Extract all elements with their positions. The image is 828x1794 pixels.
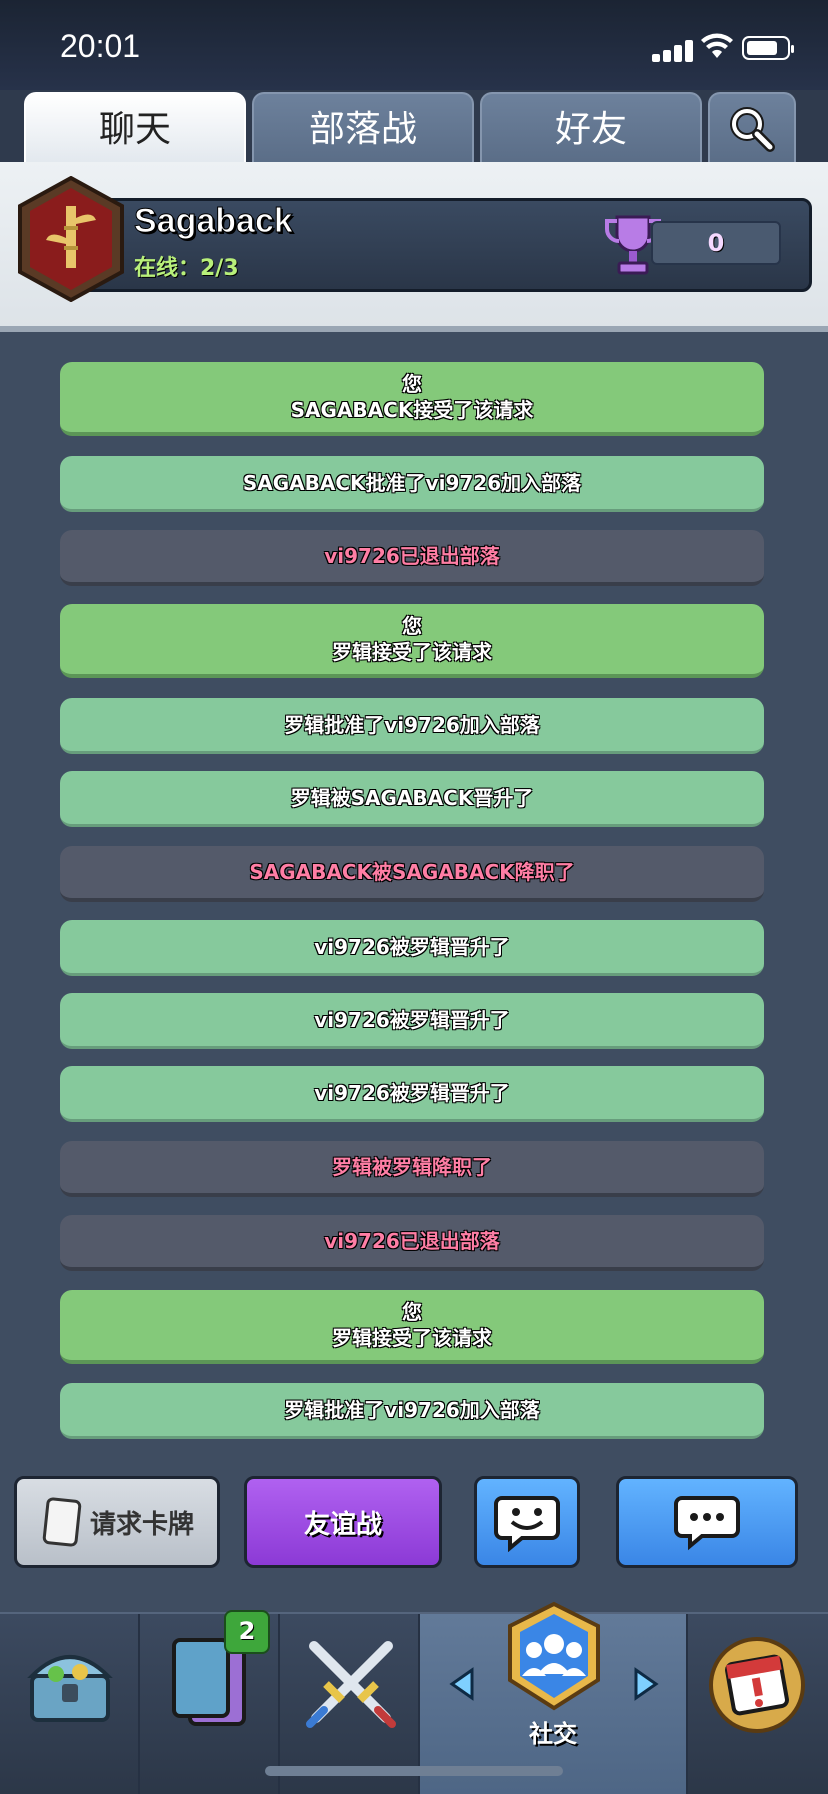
event-calendar-icon (709, 1637, 805, 1733)
treasure-chest-icon (27, 1655, 113, 1722)
wifi-icon (701, 33, 733, 58)
chat-message-approve: vi9726被罗辑晋升了 (60, 920, 764, 976)
nav-shop[interactable] (0, 1614, 140, 1794)
chat-message-accept: 您 罗辑接受了该请求 (60, 1290, 764, 1364)
status-bar: 20:01 (0, 0, 828, 90)
online-count: 在线：2/3 (134, 256, 239, 281)
chat-message-accept: 您 SAGABACK接受了该请求 (60, 362, 764, 436)
battery-icon (742, 36, 794, 60)
social-badge-icon (508, 1601, 600, 1711)
chat-message-approve: 罗辑批准了vi9726加入部落 (60, 698, 764, 754)
message-text: vi9726已退出部落 (324, 1229, 500, 1253)
request-cards-label: 请求卡牌 (89, 1509, 194, 1540)
chat-button[interactable] (616, 1476, 798, 1568)
message-line: SAGABACK接受了该请求 (290, 398, 534, 422)
crossed-swords-icon (306, 1641, 396, 1728)
message-line: 您 (402, 614, 422, 638)
message-text: 罗辑批准了vi9726加入部落 (284, 712, 540, 737)
tab-chat[interactable]: 聊天 (24, 92, 246, 164)
message-text: vi9726已退出部落 (324, 544, 500, 568)
chat-message-approve: 罗辑批准了vi9726加入部落 (60, 1383, 764, 1439)
chat-message-approve: vi9726被罗辑晋升了 (60, 1066, 764, 1122)
tab-search[interactable] (708, 92, 796, 164)
trophy-count: 0 (707, 229, 725, 257)
request-cards-button[interactable]: 请求卡牌 (14, 1476, 220, 1568)
cards-notification-badge: 2 (224, 1610, 270, 1654)
message-text: 罗辑被罗辑降职了 (332, 1155, 492, 1179)
message-line: 您 (402, 372, 422, 396)
trophy-count-bar: 0 (651, 221, 781, 265)
chat-message-approve: vi9726被罗辑晋升了 (60, 993, 764, 1049)
home-indicator[interactable] (265, 1766, 563, 1776)
chat-message-leave: 罗辑被罗辑降职了 (60, 1141, 764, 1197)
message-text: SAGABACK批准了vi9726加入部落 (242, 470, 582, 495)
message-text: vi9726被罗辑晋升了 (314, 1080, 510, 1105)
message-text: 罗辑被SAGABACK晋升了 (290, 785, 534, 810)
chat-message-leave: vi9726已退出部落 (60, 530, 764, 586)
emote-icon (494, 1496, 560, 1552)
nav-events[interactable] (688, 1614, 828, 1794)
tab-bar: 聊天 部落战 好友 (0, 90, 828, 164)
arrow-right-icon (634, 1667, 659, 1701)
arrow-left-icon (449, 1667, 474, 1701)
nav-social-label: 社交 (529, 1720, 577, 1748)
chat-message-leave: SAGABACK被SAGABACK降职了 (60, 846, 764, 902)
card-icon (42, 1497, 82, 1547)
clan-header: 0 Sagaback 在线：2/3 (0, 162, 828, 332)
message-text: 罗辑批准了vi9726加入部落 (284, 1397, 540, 1422)
chat-message-approve: 罗辑被SAGABACK晋升了 (60, 771, 764, 827)
chat-message-leave: vi9726已退出部落 (60, 1215, 764, 1271)
message-line: 您 (402, 1300, 422, 1324)
tab-clan-war[interactable]: 部落战 (252, 92, 474, 164)
chat-actions: 请求卡牌 友谊战 (0, 1476, 828, 1576)
emote-button[interactable] (474, 1476, 580, 1568)
message-line: 罗辑接受了该请求 (332, 640, 492, 664)
chat-message-approve: SAGABACK批准了vi9726加入部落 (60, 456, 764, 512)
clan-badge-icon (18, 176, 124, 302)
friendly-battle-button[interactable]: 友谊战 (244, 1476, 442, 1568)
message-text: vi9726被罗辑晋升了 (314, 1007, 510, 1032)
cellular-signal-icon (652, 36, 702, 62)
tab-friends[interactable]: 好友 (480, 92, 702, 164)
message-text: vi9726被罗辑晋升了 (314, 934, 510, 959)
chat-message-accept: 您 罗辑接受了该请求 (60, 604, 764, 678)
search-icon (730, 107, 775, 152)
status-time: 20:01 (60, 28, 141, 64)
message-line: 罗辑接受了该请求 (332, 1326, 492, 1350)
clan-name: Sagaback (134, 202, 294, 241)
message-text: SAGABACK被SAGABACK降职了 (249, 860, 575, 884)
chat-bubble-icon (674, 1496, 740, 1551)
